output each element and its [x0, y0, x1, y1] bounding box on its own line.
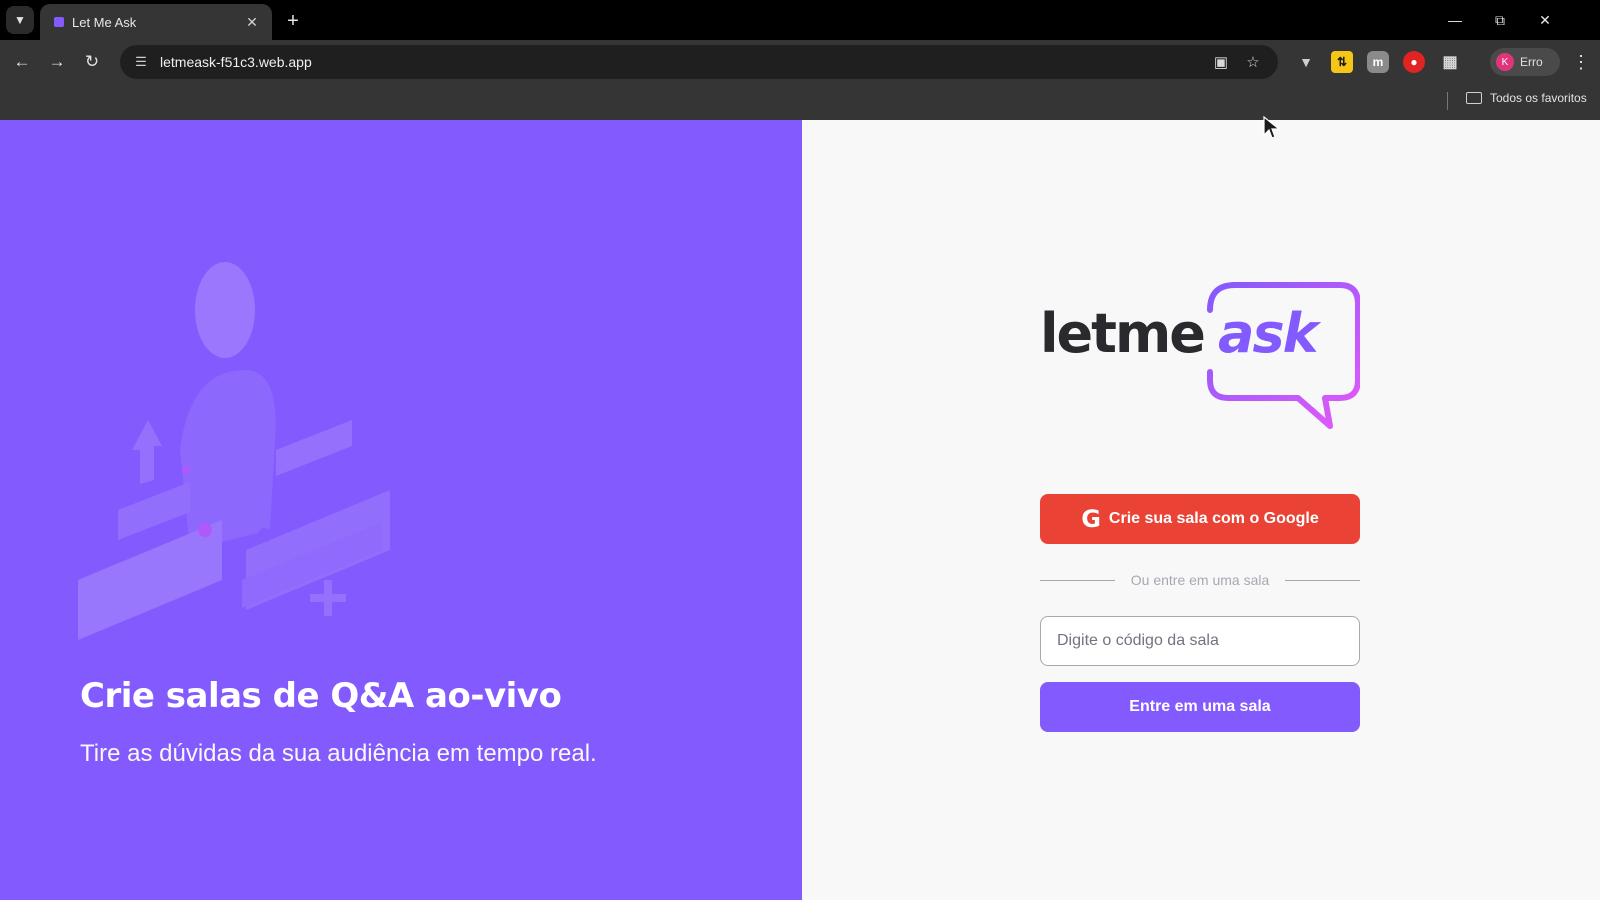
restore-icon[interactable]: ⧉ [1485, 6, 1515, 34]
google-icon: G [1081, 505, 1101, 533]
separator-line-right [1285, 579, 1361, 581]
tune-icon[interactable]: ☰ [132, 53, 150, 71]
hero-subtitle: Tire as dúvidas da sua audiência em temp… [80, 740, 597, 767]
install-app-icon[interactable]: ▣ [1208, 49, 1234, 75]
hero-title: Crie salas de Q&A ao-vivo [80, 676, 562, 716]
extension-red-icon[interactable]: ● [1403, 51, 1425, 73]
window-close-icon[interactable]: ✕ [1530, 6, 1560, 34]
divider [1447, 92, 1448, 110]
favicon-icon [54, 17, 64, 27]
arrow-left-icon[interactable]: ← [8, 48, 36, 76]
separator-line-left [1040, 579, 1115, 581]
google-button-label: Crie sua sala com o Google [1108, 510, 1319, 527]
auth-panel: letme ask G Crie sua sala com o Google O… [802, 120, 1600, 900]
page: Crie salas de Q&A ao-vivo Tire as dúvida… [0, 120, 1600, 900]
extension-yellow-icon[interactable]: ⇅ [1331, 51, 1353, 73]
folder-icon [1466, 92, 1482, 104]
join-room-button[interactable]: Entre em uma sala [1040, 682, 1360, 732]
browser-toolbar: ← → ↻ ☰ letmeask-f51c3.web.app ▣ ☆ ▼ ⇅ m… [0, 40, 1600, 84]
qa-illustration [78, 262, 390, 640]
hero-aside: Crie salas de Q&A ao-vivo Tire as dúvida… [0, 120, 802, 900]
url-text[interactable]: letmeask-f51c3.web.app [160, 54, 1202, 70]
separator-text: Ou entre em uma sala [1130, 572, 1270, 588]
auth-content: letme ask G Crie sua sala com o Google O… [1040, 280, 1361, 732]
address-bar[interactable]: ☰ letmeask-f51c3.web.app ▣ ☆ [120, 45, 1278, 79]
room-code-input[interactable] [1040, 616, 1360, 666]
logo-text-letme: letme [1040, 302, 1206, 365]
tab-title: Let Me Ask [72, 14, 137, 30]
separator: Ou entre em uma sala [1040, 572, 1361, 588]
kebab-menu-icon[interactable]: ⋮ [1568, 48, 1594, 76]
browser-tabstrip: ▼ Let Me Ask ✕ + — ⧉ ✕ [0, 0, 1600, 40]
profile-button[interactable]: K Erro [1490, 48, 1560, 76]
bookmarks-bar: Todos os favoritos [0, 84, 1600, 120]
arrow-right-icon[interactable]: → [43, 48, 71, 76]
chevron-down-icon[interactable]: ▼ [6, 6, 34, 34]
profile-status: Erro [1520, 55, 1543, 69]
logo-text-ask: ask [1218, 302, 1318, 365]
star-icon[interactable]: ☆ [1240, 49, 1266, 75]
minimize-icon[interactable]: — [1440, 6, 1470, 34]
plus-icon[interactable]: + [280, 8, 306, 34]
extension-v-icon[interactable]: ▼ [1295, 51, 1317, 73]
reload-icon[interactable]: ↻ [78, 48, 106, 76]
all-bookmarks-button[interactable]: Todos os favoritos [1466, 91, 1587, 105]
all-bookmarks-label: Todos os favoritos [1490, 91, 1587, 105]
mouse-cursor-icon [1263, 115, 1281, 139]
puzzle-icon[interactable]: ▦ [1439, 51, 1461, 73]
google-signin-button[interactable]: G Crie sua sala com o Google [1040, 494, 1360, 544]
browser-tab[interactable]: Let Me Ask ✕ [40, 4, 272, 40]
extension-m-icon[interactable]: m [1367, 51, 1389, 73]
avatar: K [1496, 53, 1514, 71]
letmeask-logo: letme ask [1040, 280, 1360, 430]
close-icon[interactable]: ✕ [242, 12, 262, 32]
